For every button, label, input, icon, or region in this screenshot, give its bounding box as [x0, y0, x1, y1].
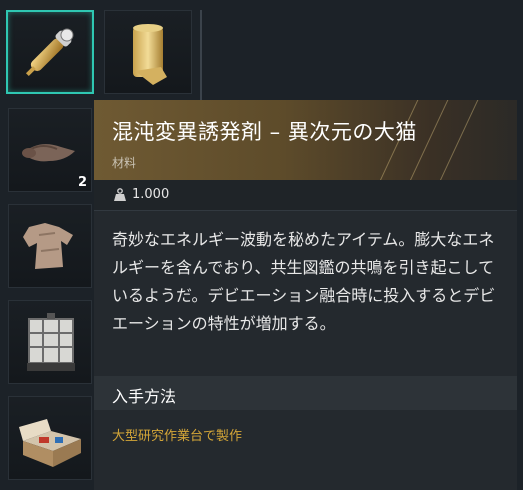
- item-category: 材料: [112, 156, 137, 170]
- acquire-source: 大型研究作業台で製作: [112, 429, 243, 444]
- item-count: 2: [77, 175, 87, 190]
- acquire-section-header: 入手方法: [94, 376, 517, 410]
- crate-icon: [19, 419, 81, 467]
- tank-icon: [27, 313, 75, 371]
- inventory-slot-tank[interactable]: [8, 300, 92, 384]
- weight-row: 1.000: [94, 180, 517, 211]
- acquire-heading: 入手方法: [112, 387, 177, 406]
- header-decoration: [424, 100, 485, 180]
- weight-value: 1.000: [132, 187, 170, 202]
- golden-syringe-icon: [25, 28, 74, 77]
- weight-icon: [114, 188, 126, 201]
- inventory-slot-fabric-roll[interactable]: [104, 10, 192, 94]
- inventory-slot-leather-scraps[interactable]: 2: [8, 108, 92, 192]
- divider: [200, 10, 202, 100]
- fabric-roll-icon: [133, 24, 167, 85]
- inventory-slot-cloth[interactable]: [8, 204, 92, 288]
- item-description: 奇妙なエネルギー波動を秘めたアイテム。膨大なエネルギーを含んでおり、共生図鑑の共…: [112, 230, 496, 333]
- item-title: 混沌変異誘発剤 – 異次元の大猫: [112, 120, 417, 144]
- inventory-slot-chaos-mutagen[interactable]: [6, 10, 94, 94]
- item-tooltip: 混沌変異誘発剤 – 異次元の大猫 材料 1.000 奇妙なエネルギー波動を秘めた…: [94, 100, 517, 490]
- inventory-slot-crate[interactable]: [8, 396, 92, 480]
- cloth-icon: [23, 223, 73, 269]
- tooltip-header: 混沌変異誘発剤 – 異次元の大猫 材料: [94, 100, 517, 180]
